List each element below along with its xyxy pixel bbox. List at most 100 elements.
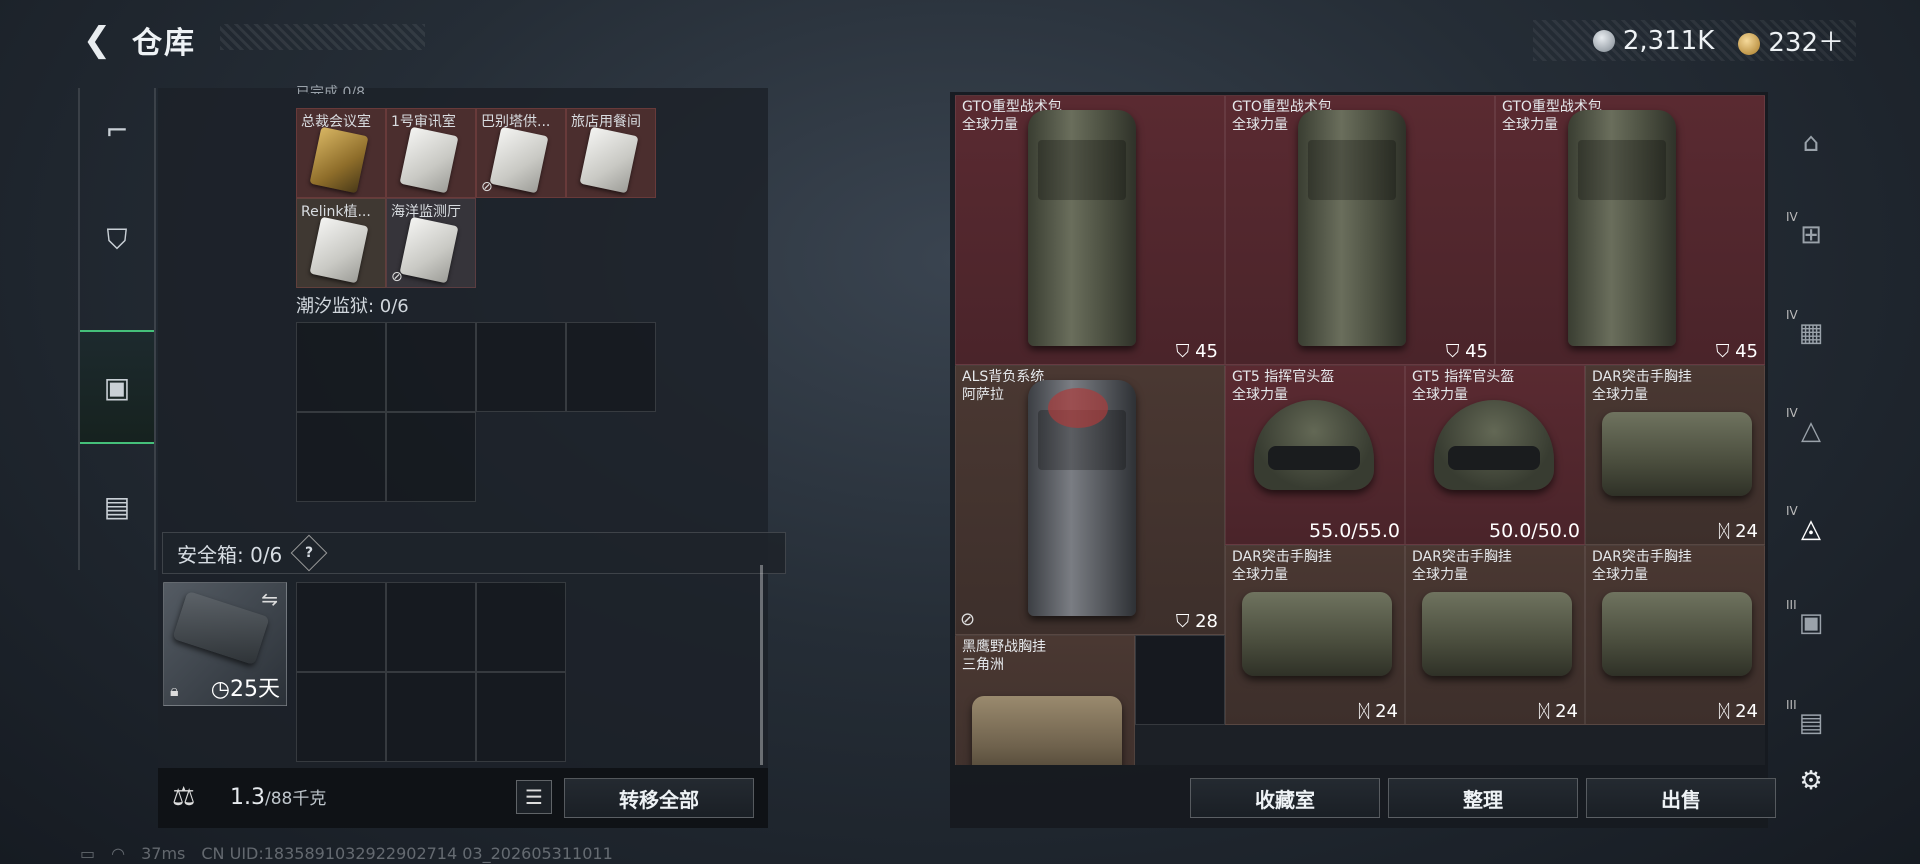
stash-item[interactable]: DAR突击手胸挂 全球力量 ᛞ 24 (1225, 545, 1405, 725)
empty-slot[interactable] (476, 672, 566, 762)
item-count: ᛞ 24 (1718, 521, 1758, 542)
stash-tab-icon[interactable]: IV △ (1780, 400, 1842, 462)
stash-item[interactable]: GTO重型战术包 全球力量 ⛉ 45 (955, 95, 1225, 365)
swap-icon[interactable]: ⇋ (261, 587, 278, 611)
no-drop-icon: ⊘ (391, 269, 403, 285)
section-progress: 已完成 0/8 (296, 85, 365, 94)
transfer-all-button[interactable]: 转移全部 (564, 778, 754, 818)
empty-slot[interactable] (296, 412, 386, 502)
tide-prison-label: 潮汐监狱: 0/6 (296, 296, 409, 317)
silver-coin-icon (1592, 30, 1615, 52)
stash-tab-icon[interactable]: IV ◬ (1780, 498, 1842, 560)
header: ❮ 仓库 (80, 18, 196, 62)
vest-image (1602, 592, 1752, 676)
empty-slot[interactable] (386, 582, 476, 672)
keycard-slot[interactable]: 1号审讯室 (386, 108, 476, 198)
sell-button[interactable]: 出售 (1586, 778, 1776, 818)
item-count: ⛉ 28 (1175, 611, 1218, 632)
stash-item[interactable]: DAR突击手胸挂 全球力量 ᛞ 24 (1405, 545, 1585, 725)
vest-image (1422, 592, 1572, 676)
stash-tab-icon[interactable]: IV ⊞ (1780, 204, 1842, 266)
vest-image (972, 696, 1122, 765)
stash-item[interactable]: ALS背负系统 阿萨拉 ⊘ ⛉ 28 (955, 365, 1225, 635)
lock-icon: 🔒︎ (170, 681, 179, 700)
pistol-icon[interactable]: ⌐ (80, 90, 154, 170)
safe-box-case[interactable]: ⇋ 🔒︎ ◷25天 (163, 582, 287, 706)
vest-image (1242, 592, 1392, 676)
stash-item[interactable]: 黑鹰野战胸挂 三角洲 (955, 635, 1135, 765)
empty-slot[interactable] (296, 672, 386, 762)
durability: 55.0/55.0 (1308, 520, 1400, 542)
keycard-slot[interactable]: 巴别塔供... ⊘ (476, 108, 566, 198)
keycard-slot[interactable]: 总裁会议室 (296, 108, 386, 198)
stash-home-icon[interactable]: ⌂ (1780, 112, 1842, 174)
stash-grid: GTO重型战术包 全球力量 ⛉ 45 GTO重型战术包 全球力量 ⛉ 45 GTO重… (955, 95, 1765, 765)
weight-readout: 1.3/88千克 (230, 785, 327, 810)
briefcase-icon[interactable]: ▤ (80, 466, 154, 546)
empty-slot[interactable] (1135, 635, 1225, 725)
battery-icon: ▭ (80, 844, 96, 863)
stash-item[interactable]: DAR突击手胸挂 全球力量 ᛞ 24 (1585, 365, 1765, 545)
empty-slot[interactable] (296, 582, 386, 672)
empty-slot[interactable] (296, 322, 386, 412)
vest-image (1602, 412, 1752, 496)
item-count: ⛉ 45 (1445, 341, 1488, 362)
keycard-icon (309, 126, 369, 194)
helmet-image (1254, 400, 1374, 490)
organize-button[interactable]: 整理 (1388, 778, 1578, 818)
list-view-button[interactable]: ☰ (516, 780, 552, 814)
stash-item[interactable]: GT5 指挥官头盔 全球力量 50.0/50.0 (1405, 365, 1585, 545)
keycard-icon (309, 216, 369, 284)
wifi-icon: ◠ (111, 844, 126, 863)
stash-item[interactable]: DAR突击手胸挂 全球力量 ᛞ 24 (1585, 545, 1765, 725)
no-drop-icon: ⊘ (960, 609, 976, 630)
durability: 50.0/50.0 (1488, 520, 1580, 542)
backpack-image (1568, 110, 1676, 346)
status-footer: ▭ ◠ 37ms CN UID:1835891032922902714 03_2… (80, 844, 613, 863)
expiry-days: ◷25天 (210, 677, 280, 702)
item-count: ᛞ 24 (1538, 701, 1578, 722)
vest-icon[interactable]: ▣ (80, 330, 154, 444)
currency-bar: 2,311K 232＋ (1532, 20, 1856, 61)
scrollbar[interactable] (760, 565, 763, 765)
keycard-slot[interactable]: Relink植... (296, 198, 386, 288)
chevron-left-icon[interactable]: ❮ (80, 20, 114, 60)
keycard-icon (489, 126, 549, 194)
silver-currency: 2,311K (1592, 26, 1714, 56)
item-count: ⛉ 45 (1175, 341, 1218, 362)
page-title: 仓库 (132, 26, 196, 61)
keycard-icon (399, 126, 459, 194)
item-count: ᛞ 24 (1358, 701, 1398, 722)
item-count: ⛉ 45 (1715, 341, 1758, 362)
backpack-image (1028, 380, 1136, 616)
keycard-slot[interactable]: 海洋监测厅 ⊘ (386, 198, 476, 288)
stash-item[interactable]: GT5 指挥官头盔 全球力量 55.0/55.0 (1225, 365, 1405, 545)
gear-icon[interactable]: ⚙ (1780, 750, 1842, 812)
empty-slot[interactable] (386, 322, 476, 412)
empty-slot[interactable] (476, 582, 566, 672)
gold-coin-icon (1738, 32, 1761, 55)
stash-item[interactable]: GTO重型战术包 全球力量 ⛉ 45 (1495, 95, 1765, 365)
empty-slot[interactable] (386, 672, 476, 762)
stash-tab-icon[interactable]: IV ▦ (1780, 302, 1842, 364)
help-icon[interactable]: ? (290, 534, 328, 572)
backpack-image (1298, 110, 1406, 346)
empty-slot[interactable] (476, 322, 566, 412)
backpack-icon[interactable]: ⛉ (80, 200, 154, 280)
gold-currency[interactable]: 232＋ (1738, 22, 1844, 59)
collection-button[interactable]: 收藏室 (1190, 778, 1380, 818)
weight-bar: ⚖ 1.3/88千克 ☰ 转移全部 (158, 768, 768, 828)
left-nav: ⌐ ⛉ ▣ ▤ (78, 88, 156, 570)
stash-tab-icon[interactable]: III ▣ (1780, 592, 1842, 654)
helmet-image (1434, 400, 1554, 490)
stash-tab-icon[interactable]: III ▤ (1780, 692, 1842, 754)
no-drop-icon: ⊘ (481, 179, 493, 195)
stash-item[interactable]: GTO重型战术包 全球力量 ⛉ 45 (1225, 95, 1495, 365)
backpack-image (1028, 110, 1136, 346)
keycard-icon (579, 126, 639, 194)
weight-icon: ⚖ (172, 782, 196, 812)
empty-slot[interactable] (566, 322, 656, 412)
empty-slot[interactable] (386, 412, 476, 502)
keycard-icon (399, 216, 459, 284)
keycard-slot[interactable]: 旅店用餐间 (566, 108, 656, 198)
